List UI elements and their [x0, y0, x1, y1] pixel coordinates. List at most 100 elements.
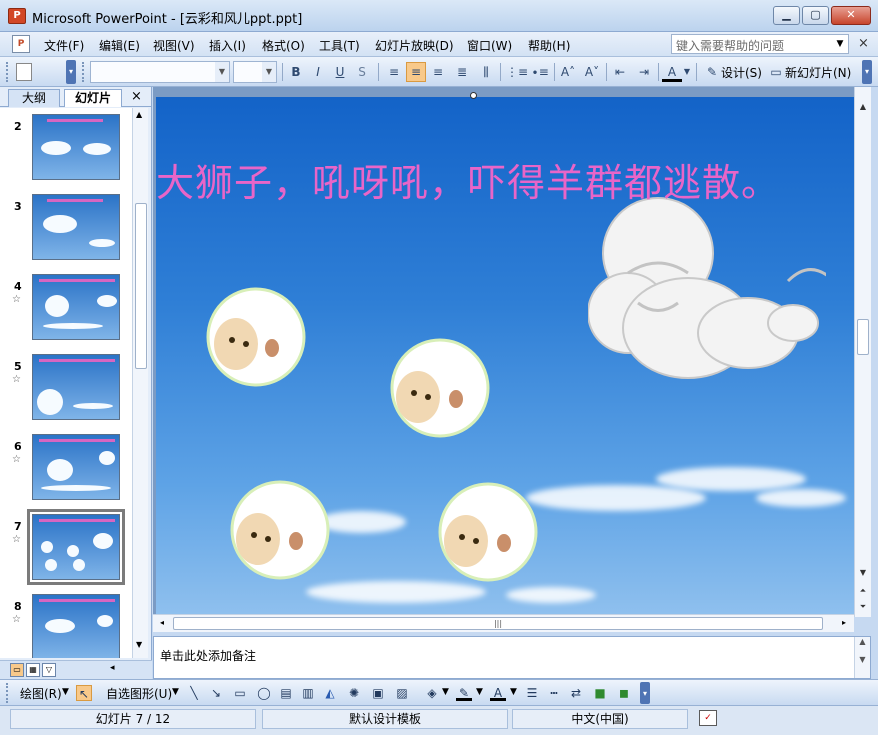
- slide-thumb-5[interactable]: 5 ☆: [0, 348, 132, 424]
- picture-icon[interactable]: ▨: [394, 685, 410, 701]
- chevron-down-icon[interactable]: ▼: [62, 687, 69, 697]
- slide-thumb-3[interactable]: 3: [0, 188, 132, 264]
- diagram-icon[interactable]: ✺: [346, 685, 362, 701]
- rectangle-icon[interactable]: ▭: [232, 685, 248, 701]
- chevron-down-icon[interactable]: ▼: [262, 62, 276, 82]
- close-icon[interactable]: ×: [131, 89, 142, 104]
- bullets-icon[interactable]: ∙≡: [530, 62, 550, 82]
- italic-button[interactable]: I: [308, 62, 328, 82]
- align-left-icon[interactable]: ≡: [384, 62, 404, 82]
- slide-sorter-view-icon[interactable]: ▦: [26, 663, 40, 677]
- menu-format[interactable]: 格式(O): [262, 37, 305, 54]
- increase-font-icon[interactable]: A˄: [558, 62, 578, 82]
- thumbnails-scrollbar[interactable]: ▲ ▼: [132, 108, 148, 658]
- slide-vertical-scrollbar[interactable]: ▲ ▼ ⏶ ⏷: [854, 87, 871, 617]
- slide-thumb-2[interactable]: 2: [0, 108, 132, 184]
- menu-view[interactable]: 视图(V): [153, 37, 195, 54]
- tab-slides[interactable]: 幻灯片: [64, 89, 122, 107]
- font-size-combo[interactable]: ▼: [233, 61, 277, 83]
- chevron-down-icon[interactable]: ▼: [442, 687, 449, 697]
- slide-title[interactable]: 大狮子，吼呀吼，吓得羊群都逃散。: [156, 152, 780, 207]
- menu-window[interactable]: 窗口(W): [467, 37, 512, 54]
- rotation-handle[interactable]: [470, 92, 477, 99]
- draw-menu-button[interactable]: 绘图(R): [20, 685, 62, 702]
- spelling-check-icon[interactable]: ✓: [699, 710, 717, 726]
- line-color-icon[interactable]: ✎: [456, 685, 472, 701]
- chevron-down-icon[interactable]: ▼: [510, 687, 517, 697]
- bold-button[interactable]: B: [286, 62, 306, 82]
- new-document-icon[interactable]: [16, 63, 32, 81]
- decrease-font-icon[interactable]: A˅: [582, 62, 602, 82]
- next-slide-icon[interactable]: ⏷: [855, 599, 871, 615]
- distribute-icon[interactable]: ⫼: [476, 62, 496, 82]
- numbering-icon[interactable]: ⋮≡: [506, 62, 528, 82]
- increase-indent-icon[interactable]: ⇥: [634, 62, 654, 82]
- clipart-icon[interactable]: ▣: [370, 685, 386, 701]
- menu-file[interactable]: 文件(F): [44, 37, 84, 54]
- notes-placeholder[interactable]: 单击此处添加备注: [160, 647, 256, 664]
- notes-scrollbar[interactable]: ▲ ▼: [854, 637, 870, 678]
- oval-icon[interactable]: ◯: [256, 685, 272, 701]
- font-name-combo[interactable]: ▼: [90, 61, 230, 83]
- tab-outline[interactable]: 大纲: [8, 89, 60, 107]
- scroll-up-icon[interactable]: ▲: [855, 99, 871, 115]
- chevron-down-icon[interactable]: ▼: [832, 35, 848, 53]
- current-slide[interactable]: 大狮子，吼呀吼，吓得羊群都逃散。: [156, 97, 854, 615]
- scroll-left-icon[interactable]: ◂: [110, 663, 115, 673]
- minimize-button[interactable]: ▁: [773, 6, 800, 25]
- slideshow-view-icon[interactable]: ▽: [42, 663, 56, 677]
- arrow-icon[interactable]: ↘: [208, 685, 224, 701]
- wordart-icon[interactable]: ◭: [322, 685, 338, 701]
- menu-tools[interactable]: 工具(T): [319, 37, 360, 54]
- slide-thumb-7[interactable]: 7 ☆: [0, 508, 132, 585]
- shadow-button[interactable]: S: [352, 62, 372, 82]
- new-slide-button[interactable]: 新幻灯片(N): [785, 64, 851, 81]
- fill-color-icon[interactable]: ◈: [424, 685, 440, 701]
- toolbar-grip[interactable]: [6, 62, 10, 82]
- toolbar-grip[interactable]: [6, 683, 10, 703]
- 3d-style-icon[interactable]: ◼: [616, 685, 632, 701]
- textbox-icon[interactable]: ▤: [278, 685, 294, 701]
- slide-thumb-8[interactable]: 8 ☆: [0, 588, 132, 658]
- align-right-icon[interactable]: ≡: [428, 62, 448, 82]
- slide-thumb-6[interactable]: 6 ☆: [0, 428, 132, 504]
- toolbar-grip[interactable]: [82, 62, 86, 82]
- decrease-indent-icon[interactable]: ⇤: [610, 62, 630, 82]
- design-button[interactable]: 设计(S): [721, 64, 762, 81]
- chevron-down-icon[interactable]: ▼: [172, 687, 179, 697]
- design-icon[interactable]: ✎: [702, 62, 722, 82]
- font-color-icon[interactable]: A: [662, 62, 682, 82]
- scroll-right-icon[interactable]: ▸: [837, 616, 851, 630]
- line-style-icon[interactable]: ☰: [524, 685, 540, 701]
- chevron-down-icon[interactable]: ▼: [476, 687, 483, 697]
- chevron-down-icon[interactable]: ▼: [215, 62, 229, 82]
- scroll-thumb[interactable]: |||: [173, 617, 823, 630]
- new-slide-icon[interactable]: ▭: [766, 62, 786, 82]
- notes-pane[interactable]: 单击此处添加备注 ▲ ▼: [153, 636, 871, 679]
- close-button[interactable]: ✕: [831, 6, 871, 25]
- menu-edit[interactable]: 编辑(E): [99, 37, 140, 54]
- scroll-thumb[interactable]: [135, 203, 147, 369]
- slide-horizontal-scrollbar[interactable]: ◂ ||| ▸: [153, 614, 854, 632]
- chevron-down-icon[interactable]: ▼: [682, 62, 692, 82]
- dash-style-icon[interactable]: ┅: [546, 685, 562, 701]
- justify-icon[interactable]: ≣: [452, 62, 472, 82]
- vertical-textbox-icon[interactable]: ▥: [300, 685, 316, 701]
- scroll-left-icon[interactable]: ◂: [155, 616, 169, 630]
- document-close-icon[interactable]: ×: [858, 36, 869, 51]
- underline-button[interactable]: U: [330, 62, 350, 82]
- normal-view-icon[interactable]: ▭: [10, 663, 24, 677]
- arrow-style-icon[interactable]: ⇄: [568, 685, 584, 701]
- scroll-thumb[interactable]: [857, 319, 869, 355]
- maximize-button[interactable]: ▢: [802, 6, 829, 25]
- autoshapes-button[interactable]: 自选图形(U): [106, 685, 172, 702]
- line-icon[interactable]: ╲: [186, 685, 202, 701]
- toolbar-options-icon[interactable]: ▾: [862, 60, 872, 84]
- previous-slide-icon[interactable]: ⏶: [855, 583, 871, 599]
- toolbar-options-icon[interactable]: ▾: [640, 682, 650, 704]
- scroll-up-icon[interactable]: ▲: [136, 110, 142, 119]
- scroll-down-icon[interactable]: ▼: [855, 565, 871, 581]
- menu-help[interactable]: 帮助(H): [528, 37, 570, 54]
- document-icon[interactable]: P: [12, 35, 30, 53]
- select-pointer-icon[interactable]: ↖: [76, 685, 92, 701]
